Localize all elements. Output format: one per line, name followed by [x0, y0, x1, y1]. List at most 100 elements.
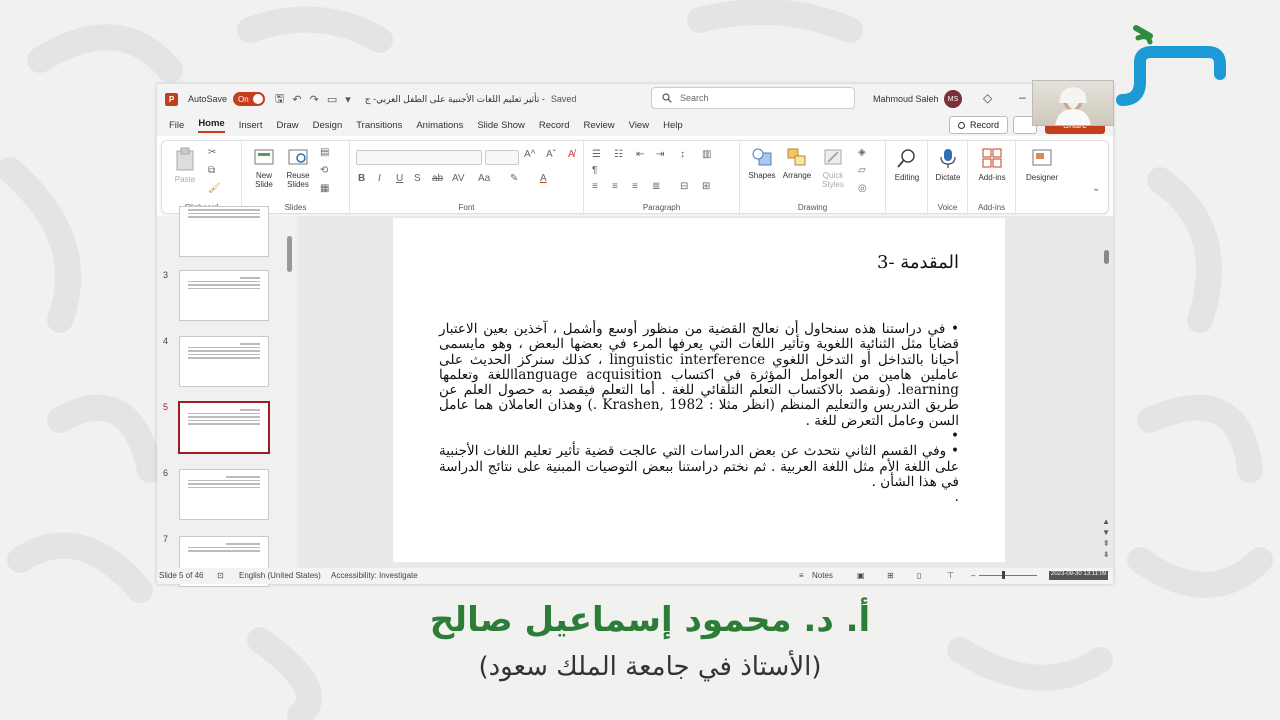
align-text-icon[interactable]: ⊟ — [680, 181, 688, 192]
shape-fill-icon[interactable]: ◈ — [858, 147, 866, 158]
font-size-select[interactable] — [485, 150, 519, 165]
zoom-out-icon[interactable]: – — [971, 571, 975, 580]
thumbnails-scrollbar[interactable] — [287, 236, 292, 272]
font-color-icon[interactable]: A — [540, 173, 547, 184]
record-button[interactable]: Record — [949, 116, 1009, 134]
autosave-state: On — [238, 94, 249, 104]
tab-help[interactable]: Help — [663, 120, 683, 131]
shape-outline-icon[interactable]: ▱ — [858, 165, 866, 176]
smartart-icon[interactable]: ⊞ — [702, 181, 710, 192]
tab-insert[interactable]: Insert — [239, 120, 263, 131]
notes-button[interactable]: Notes — [812, 571, 833, 580]
document-title[interactable]: تأثير تعليم اللغات الأجنبية على الطفل ال… — [365, 94, 545, 105]
notes-icon[interactable]: ≡ — [799, 571, 804, 580]
quick-styles-button[interactable]: Quick Styles — [816, 147, 850, 189]
slide-sorter-icon[interactable]: ⊞ — [887, 571, 894, 580]
language-status[interactable]: English (United States) — [239, 571, 321, 580]
highlight-icon[interactable]: ✎ — [510, 173, 518, 184]
paste-button[interactable]: Paste — [170, 147, 200, 184]
align-center-icon[interactable]: ≡ — [612, 181, 618, 192]
shape-effects-icon[interactable]: ◎ — [858, 183, 867, 194]
slide-title[interactable]: المقدمة -3 — [877, 252, 959, 273]
change-case-icon[interactable]: Aa — [478, 173, 490, 184]
minimize-icon[interactable]: – — [1019, 90, 1026, 104]
normal-view-icon[interactable]: ▣ — [857, 571, 865, 580]
avatar[interactable]: MS — [944, 90, 962, 108]
tab-view[interactable]: View — [629, 120, 649, 131]
rtl-icon[interactable]: ¶ — [592, 165, 597, 176]
reset-icon[interactable]: ⟲ — [320, 165, 328, 176]
arrange-button[interactable]: Arrange — [778, 147, 816, 180]
slide-thumbnail-3[interactable] — [179, 270, 269, 321]
accessibility-status[interactable]: Accessibility: Investigate — [331, 571, 418, 580]
character-spacing-icon[interactable]: AV — [452, 173, 465, 184]
tab-animations[interactable]: Animations — [416, 120, 463, 131]
increase-indent-icon[interactable]: ⇥ — [656, 149, 664, 160]
slide-body[interactable]: • في دراستنا هذه سنحاول أن نعالج القضية … — [439, 321, 959, 506]
slideshow-icon[interactable]: ⊤ — [947, 571, 954, 580]
autosave-toggle[interactable]: On — [233, 92, 266, 106]
tab-file[interactable]: File — [169, 120, 184, 131]
tab-design[interactable]: Design — [313, 120, 343, 131]
undo-icon[interactable]: ↶ — [292, 93, 301, 106]
tab-review[interactable]: Review — [584, 120, 615, 131]
editor-scrollbar[interactable] — [1104, 250, 1109, 264]
tab-transitions[interactable]: Transitions — [356, 120, 402, 131]
numbering-icon[interactable]: ☷ — [614, 149, 623, 160]
strikethrough-icon[interactable]: ab — [432, 173, 443, 184]
columns-icon[interactable]: ▥ — [702, 149, 711, 160]
layout-icon[interactable]: ▤ — [320, 147, 329, 158]
bullets-icon[interactable]: ☰ — [592, 149, 601, 160]
increase-font-icon[interactable]: A^ — [524, 149, 535, 160]
slide-thumbnail-2[interactable] — [179, 206, 269, 257]
reading-view-icon[interactable]: ▯ — [917, 571, 921, 580]
slide-canvas[interactable]: المقدمة -3 • في دراستنا هذه سنحاول أن نع… — [393, 218, 1005, 562]
tab-home[interactable]: Home — [198, 118, 225, 133]
zoom-slider[interactable] — [979, 575, 1037, 576]
align-left-icon[interactable]: ≡ — [592, 181, 598, 192]
line-spacing-icon[interactable]: ↕ — [680, 149, 685, 160]
italic-icon[interactable]: I — [378, 173, 381, 184]
font-name-select[interactable] — [356, 150, 482, 165]
user-name[interactable]: Mahmoud Saleh — [873, 94, 939, 104]
premium-diamond-icon[interactable]: ◇ — [983, 91, 992, 105]
present-icon[interactable]: ▭ — [327, 93, 337, 106]
copy-icon[interactable]: ⧉ — [208, 165, 215, 176]
new-slide-button[interactable]: New Slide — [248, 147, 280, 189]
save-icon[interactable]: 🖫 — [275, 90, 284, 109]
spellcheck-icon[interactable]: ⊡ — [217, 571, 224, 580]
record-label: Record — [970, 120, 1000, 130]
saved-status[interactable]: Saved — [551, 94, 577, 104]
redo-icon[interactable]: ↷ — [310, 93, 319, 106]
search-box[interactable]: Search — [651, 87, 855, 109]
shapes-button[interactable]: Shapes — [744, 147, 780, 180]
reuse-slides-button[interactable]: Reuse Slides — [282, 147, 314, 189]
section-icon[interactable]: ▦ — [320, 183, 329, 194]
clear-format-icon[interactable]: A̸ — [568, 149, 575, 160]
zoom-slider-knob[interactable] — [1002, 571, 1005, 579]
decrease-indent-icon[interactable]: ⇤ — [636, 149, 644, 160]
designer-icon — [1032, 149, 1052, 166]
bold-icon[interactable]: B — [358, 173, 365, 184]
dictate-button[interactable]: Dictate — [930, 147, 966, 182]
tab-record[interactable]: Record — [539, 120, 570, 131]
cut-icon[interactable]: ✂ — [208, 147, 216, 158]
tab-draw[interactable]: Draw — [276, 120, 298, 131]
decrease-font-icon[interactable]: Aˇ — [546, 149, 556, 160]
slide-count: Slide 5 of 46 — [159, 571, 204, 580]
align-right-icon[interactable]: ≡ — [632, 181, 638, 192]
underline-icon[interactable]: U — [396, 173, 403, 184]
slide-thumbnail-5[interactable] — [178, 401, 270, 454]
shadow-icon[interactable]: S — [414, 173, 421, 184]
slide-thumbnail-4[interactable] — [179, 336, 269, 387]
scroll-arrows[interactable]: ▲ ▼ ⇞ ⇟ — [1102, 516, 1110, 560]
customize-toolbar-icon[interactable]: ▾ — [345, 93, 351, 106]
tab-slide-show[interactable]: Slide Show — [477, 120, 525, 131]
editing-button[interactable]: Editing — [888, 147, 926, 182]
slide-thumbnail-6[interactable] — [179, 469, 269, 520]
designer-button[interactable]: Designer — [1020, 147, 1064, 182]
addins-button[interactable]: Add-ins — [972, 147, 1012, 182]
justify-icon[interactable]: ≣ — [652, 181, 660, 192]
ribbon-collapse-icon[interactable]: ⌄ — [1092, 183, 1100, 194]
format-painter-icon[interactable]: 🖌 — [208, 183, 221, 194]
